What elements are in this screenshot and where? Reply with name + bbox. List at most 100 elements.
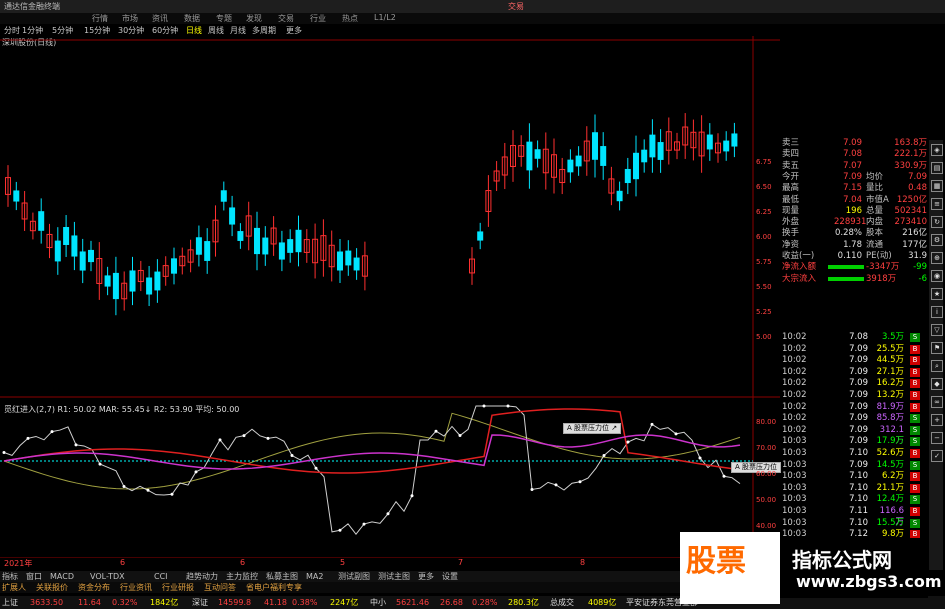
indicator-tab[interactable]: 窗口 — [26, 571, 42, 582]
watermark-logo: 股票 — [680, 532, 780, 604]
menu-item-market[interactable]: 市场 — [122, 13, 138, 24]
chart-area[interactable] — [0, 36, 780, 566]
tag-icon[interactable]: ◆ — [931, 378, 943, 390]
tab-weekly[interactable]: 周线 — [208, 25, 224, 36]
indicator-tab[interactable]: 设置 — [442, 571, 458, 582]
menu-item-hot[interactable]: 热点 — [342, 13, 358, 24]
tick-volume: 27.1万 — [876, 366, 904, 377]
info-tab[interactable]: 行业研报 — [162, 582, 194, 593]
menu-item-l1l2[interactable]: L1/L2 — [374, 13, 396, 22]
info-tab[interactable]: 互动问答 — [204, 582, 236, 593]
indicator-tab[interactable]: MA2 — [306, 571, 323, 582]
tab-multi-period[interactable]: 多周期 — [252, 25, 276, 36]
info-tab[interactable]: 资金分布 — [78, 582, 110, 593]
quote-key2: 内盘 — [866, 217, 884, 228]
annotation-box[interactable]: A 股票压力位 ↗ — [563, 423, 622, 434]
menu-item-topics[interactable]: 专题 — [216, 13, 232, 24]
price-tick: 5.00 — [756, 333, 772, 341]
indicator-tab[interactable]: 指标 — [2, 571, 18, 582]
filter-icon[interactable]: ▽ — [931, 324, 943, 336]
menu-item-trade[interactable]: 交易 — [278, 13, 294, 24]
tick-time: 10:03 — [782, 494, 807, 505]
tab-more[interactable]: 更多 — [286, 25, 302, 36]
index-name[interactable]: 深证 — [192, 597, 208, 608]
info-icon[interactable]: i — [931, 306, 943, 318]
index-value: 3633.50 — [30, 598, 64, 607]
indicator-tick: 50.00 — [756, 496, 777, 504]
date-label: 7 — [458, 558, 464, 567]
index-amount: 280.3亿 — [508, 598, 539, 607]
star-icon[interactable]: ★ — [931, 288, 943, 300]
tab-intraday[interactable]: 分时 — [4, 25, 20, 36]
grid-icon[interactable]: ▦ — [931, 180, 943, 192]
info-tab[interactable]: 行业资讯 — [120, 582, 152, 593]
indicator-tab[interactable]: 私募主图 — [266, 571, 298, 582]
title-bar: 通达信金融终端 交易 — [0, 0, 945, 13]
tick-volume: 52.6万 — [876, 448, 904, 458]
index-name[interactable]: 中小 — [370, 597, 386, 608]
tick-price: 7.11 — [849, 506, 868, 516]
candle-body — [13, 190, 20, 202]
check-icon[interactable]: ✓ — [931, 450, 943, 462]
menu-item-quotes[interactable]: 行情 — [92, 13, 108, 24]
link-icon[interactable]: ∞ — [931, 396, 943, 408]
list-icon[interactable]: ≡ — [931, 198, 943, 210]
indicator-tab[interactable]: 测试副图 — [338, 571, 370, 582]
minus-icon[interactable]: − — [931, 432, 943, 444]
tick-price: 7.09 — [849, 390, 868, 400]
indicator-tick: 80.00 — [756, 418, 777, 426]
signal-dot — [122, 485, 126, 489]
pin-icon[interactable]: ◈ — [931, 144, 943, 156]
settings-icon[interactable]: ⚙ — [931, 234, 943, 246]
indicator-tab[interactable]: 趋势动力 — [186, 571, 218, 582]
tab-15min[interactable]: 15分钟 — [84, 25, 110, 36]
tab-daily[interactable]: 日线 — [186, 25, 202, 36]
indicator-tab[interactable]: MACD — [50, 571, 74, 582]
quote-key: 今开 — [782, 171, 800, 182]
candle-body — [706, 134, 713, 150]
plus-icon[interactable]: + — [931, 414, 943, 426]
candle-body — [79, 251, 86, 271]
tab-30min[interactable]: 30分钟 — [118, 25, 144, 36]
tick-side: B — [910, 367, 920, 377]
bell-icon[interactable]: ◉ — [931, 270, 943, 282]
tab-60min[interactable]: 60分钟 — [152, 25, 178, 36]
index-value: 5621.46 — [396, 598, 430, 607]
info-tab[interactable]: 省电户福利专享 — [246, 582, 302, 593]
indicator-tab[interactable]: VOL-TDX — [90, 571, 125, 582]
total-label: 总成交 — [550, 598, 574, 607]
indicator-tab[interactable]: 主力监控 — [226, 571, 258, 582]
menu-item-industry[interactable]: 行业 — [310, 13, 326, 24]
tab-1min[interactable]: 1分钟 — [22, 25, 43, 36]
price-tick: 5.75 — [756, 258, 772, 266]
indicator-tick: 70.00 — [756, 444, 777, 452]
quote-value2: 1250亿 — [896, 194, 927, 205]
tab-monthly[interactable]: 月线 — [230, 25, 246, 36]
refresh-icon[interactable]: ↻ — [931, 216, 943, 228]
info-tab[interactable]: 关联报价 — [36, 582, 68, 593]
info-tab[interactable]: 扩展人 — [2, 582, 26, 593]
indicator-tab[interactable]: 测试主图 — [378, 571, 410, 582]
trade-button[interactable]: 交易 — [508, 1, 524, 12]
quote-value2: 0.48 — [908, 183, 927, 194]
date-label: 5 — [340, 558, 346, 567]
signal-dot — [50, 430, 54, 434]
flag-icon[interactable]: ⚑ — [931, 342, 943, 354]
menu-item-data[interactable]: 数据 — [184, 13, 200, 24]
signal-dot — [314, 466, 318, 470]
tab-5min[interactable]: 5分钟 — [52, 25, 73, 36]
tick-row: 10:03 7.10 15.5万 S — [782, 518, 927, 529]
zoom-icon[interactable]: ⊕ — [931, 252, 943, 264]
indicator-tab[interactable]: CCI — [154, 571, 168, 582]
tick-price: 7.09 — [849, 378, 868, 389]
price-tick: 6.00 — [756, 233, 772, 241]
quote-key2: 均价 — [866, 171, 884, 182]
menu-item-discover[interactable]: 发现 — [246, 13, 262, 24]
index-name[interactable]: 上证 — [2, 597, 18, 608]
search-icon[interactable]: ⌕ — [931, 360, 943, 372]
indicator-tab[interactable]: 更多 — [418, 571, 434, 582]
signal-dot — [386, 512, 390, 516]
chart-icon[interactable]: ▤ — [931, 162, 943, 174]
menu-item-news[interactable]: 资讯 — [152, 13, 168, 24]
candle-body — [146, 277, 153, 295]
